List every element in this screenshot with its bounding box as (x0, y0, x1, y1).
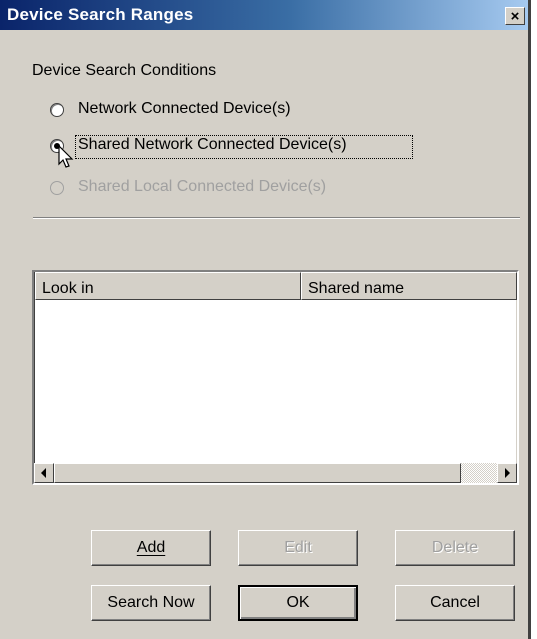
column-header-look-in[interactable]: Look in (35, 272, 301, 300)
add-button-label: Add (136, 539, 166, 556)
separator (33, 217, 520, 219)
cancel-button[interactable]: Cancel (395, 585, 515, 621)
list-body (34, 272, 517, 483)
device-search-ranges-dialog: Device Search Ranges × Device Search Con… (0, 0, 531, 639)
horizontal-scrollbar[interactable] (34, 463, 517, 483)
scroll-right-button[interactable] (497, 463, 517, 483)
scroll-thumb[interactable] (54, 463, 461, 483)
network-connected-radio[interactable] (50, 103, 64, 117)
arrow-right-icon (505, 468, 510, 478)
search-now-button[interactable]: Search Now (91, 585, 211, 621)
arrow-left-icon (41, 468, 46, 478)
ok-button-label: OK (286, 594, 310, 611)
close-icon: × (510, 7, 520, 25)
search-locations-list[interactable]: Look in Shared name (32, 270, 519, 485)
edit-button-label: Edit (284, 539, 312, 556)
cancel-button-label: Cancel (430, 594, 480, 611)
shared-local-connected-radio (50, 181, 64, 195)
close-button[interactable]: × (505, 7, 525, 25)
ok-button[interactable]: OK (238, 585, 358, 621)
search-now-button-label: Search Now (107, 594, 195, 611)
column-header-shared-name[interactable]: Shared name (301, 272, 517, 300)
edit-button[interactable]: Edit (238, 530, 358, 566)
delete-button-label: Delete (431, 539, 479, 556)
scroll-left-button[interactable] (34, 463, 54, 483)
add-button[interactable]: Add (91, 530, 211, 566)
delete-button[interactable]: Delete (395, 530, 515, 566)
search-conditions-label: Device Search Conditions (32, 62, 217, 79)
scroll-track[interactable] (461, 463, 497, 483)
mouse-pointer-icon (58, 145, 74, 168)
shared-network-connected-label[interactable]: Shared Network Connected Device(s) (78, 136, 347, 154)
shared-local-connected-label: Shared Local Connected Device(s) (78, 178, 327, 195)
window-title: Device Search Ranges (7, 5, 194, 24)
network-connected-label[interactable]: Network Connected Device(s) (78, 100, 291, 118)
title-bar[interactable]: Device Search Ranges × (0, 0, 528, 30)
